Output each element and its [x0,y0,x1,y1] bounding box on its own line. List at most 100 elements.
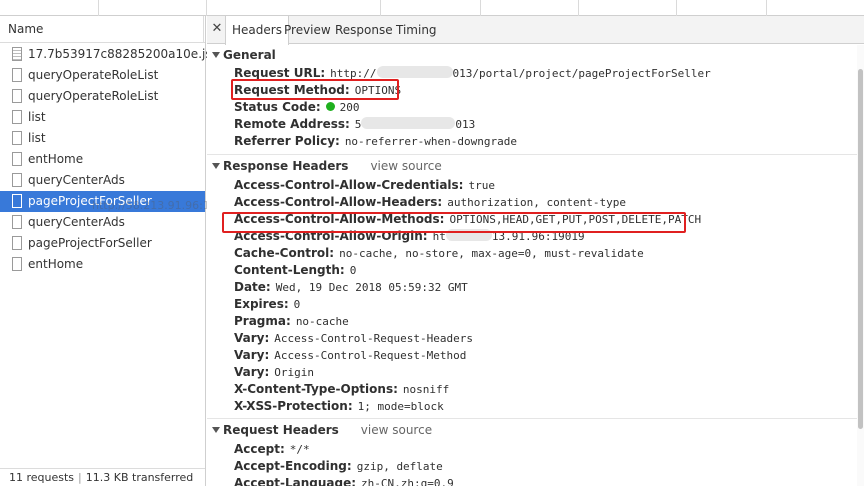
status-ok-dot-icon [325,102,335,111]
response-headers-section-header[interactable]: Response Headers view source [207,155,857,177]
cache-control-value: no-cache, no-store, max-age=0, must-reva… [339,247,644,260]
column-resize-grip[interactable] [203,16,204,43]
x-content-type-options-row: X-Content-Type-Options: nosniff [207,381,857,398]
redacted-blur [445,229,492,241]
access-control-allow-origin-key: Access-Control-Allow-Origin: [234,229,428,243]
cache-control-key: Cache-Control: [234,246,335,260]
response-header-rows: Access-Control-Allow-Credentials: true Acc… [207,177,857,415]
accept-encoding-key: Accept-Encoding: [234,459,352,473]
collapse-triangle-icon [212,163,220,169]
access-control-allow-methods-value: OPTIONS,HEAD,GET,PUT,POST,DELETE,PATCH [449,213,702,226]
tab-preview[interactable]: Preview [278,16,337,44]
request-name: entHome [28,257,84,271]
accept-language-row: Accept-Language: zh-CN,zh;q=0.9 [207,475,857,486]
request-row[interactable]: queryCenterAds [0,212,205,233]
request-view-source-link[interactable]: view source [361,423,432,437]
request-row[interactable]: queryOperateRoleList [0,86,205,107]
request-method-value: OPTIONS [354,84,402,97]
general-section-header[interactable]: General [207,45,857,65]
date-value: Wed, 19 Dec 2018 05:59:32 GMT [275,281,468,294]
vary-row: Vary: Origin [207,364,857,381]
request-method-row: Request Method: OPTIONS [207,82,857,99]
request-row[interactable]: queryOperateRoleList [0,65,205,86]
request-name: queryCenterAds [28,215,125,229]
document-file-icon [12,131,22,145]
response-headers-section: Response Headers view source Access-Contr… [207,155,857,419]
access-control-allow-credentials-value: true [468,179,495,192]
collapse-triangle-icon [212,52,220,58]
accept-encoding-value: gzip, deflate [356,460,443,473]
vary-key: Vary: [234,331,270,345]
request-row[interactable]: entHome [0,254,205,275]
strip-divider [206,0,207,16]
x-xss-protection-row: X-XSS-Protection: 1; mode=block [207,398,857,415]
request-header-rows: Accept: */* Accept-Encoding: gzip, deflate A… [207,441,857,486]
request-headers-section: Request Headers view source Accept: */* Acc… [207,419,857,486]
headers-content: General Request URL: http:// 013/portal/pr… [207,45,857,486]
tab-response[interactable]: Response [329,16,399,44]
document-file-icon [12,68,22,82]
top-toolbar-strip [0,0,864,16]
general-title: General [223,48,276,62]
document-file-icon [12,152,22,166]
request-name: queryCenterAds [28,173,125,187]
request-name: list [28,131,46,145]
remote-address-key: Remote Address: [234,117,350,131]
tab-timing[interactable]: Timing [390,16,443,44]
x-content-type-options-key: X-Content-Type-Options: [234,382,398,396]
document-file-icon [12,257,22,271]
request-row[interactable]: list [0,128,205,149]
x-xss-protection-value: 1; mode=block [357,400,444,413]
cache-control-row: Cache-Control: no-cache, no-store, max-ag… [207,245,857,262]
date-key: Date: [234,280,271,294]
scrollbar-thumb[interactable] [858,69,863,429]
status-separator: | [78,471,82,484]
request-details-panel: ✕ Headers Preview Response Timing Genera… [207,16,864,486]
request-list-panel: Name 17.7b53917c88285200a10e.js queryOper… [0,16,433,486]
vary-key: Vary: [234,348,270,362]
response-headers-title: Response Headers [223,159,349,173]
request-name: queryOperateRoleList [28,89,159,103]
strip-divider [676,0,677,16]
document-file-icon [12,89,22,103]
vary-value: Origin [274,366,315,379]
content-length-row: Content-Length: 0 [207,262,857,279]
access-control-allow-credentials-key: Access-Control-Allow-Credentials: [234,178,464,192]
document-file-icon [12,194,22,208]
vary-key: Vary: [234,365,270,379]
strip-divider [480,0,481,16]
accept-key: Accept: [234,442,285,456]
script-file-icon [12,47,22,61]
name-column-label: Name [8,22,44,36]
content-length-value: 0 [349,264,357,277]
request-url-row: Request URL: http:// 013/portal/project/pa… [207,65,857,82]
request-row[interactable]: pageProjectForSeller [0,191,205,212]
request-row[interactable]: queryCenterAds [0,170,205,191]
request-name: entHome [28,152,84,166]
request-name: 17.7b53917c88285200a10e.js [28,47,212,61]
document-file-icon [12,215,22,229]
strip-divider [578,0,579,16]
request-row[interactable]: 17.7b53917c88285200a10e.js [0,44,212,65]
pragma-row: Pragma: no-cache [207,313,857,330]
request-headers-section-header[interactable]: Request Headers view source [207,419,857,441]
request-name: pageProjectForSeller [28,194,152,208]
access-control-allow-origin-row: Access-Control-Allow-Origin: ht 13.91.96:1… [207,228,857,245]
request-name: list [28,110,46,124]
request-row[interactable]: entHome [0,149,205,170]
access-control-allow-origin-value-start: ht [432,230,446,243]
response-view-source-link[interactable]: view source [370,159,441,173]
x-content-type-options-value: nosniff [402,383,450,396]
access-control-allow-credentials-row: Access-Control-Allow-Credentials: true [207,177,857,194]
request-count: 11 requests [9,471,75,484]
request-row[interactable]: pageProjectForSeller [0,233,205,254]
status-code-key: Status Code: [234,100,321,114]
request-url-key: Request URL: [234,66,326,80]
details-scrollbar[interactable] [857,45,864,486]
name-column-header[interactable]: Name [0,16,205,43]
request-row[interactable]: list [0,107,205,128]
access-control-allow-headers-row: Access-Control-Allow-Headers: authorizati… [207,194,857,211]
status-code-value: 200 [339,101,360,114]
close-icon[interactable]: ✕ [210,21,224,37]
x-xss-protection-key: X-XSS-Protection: [234,399,353,413]
